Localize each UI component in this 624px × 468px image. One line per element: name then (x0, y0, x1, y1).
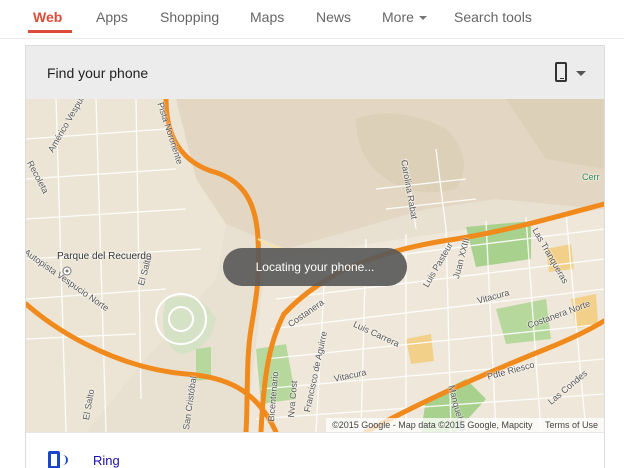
tab-maps[interactable]: Maps (250, 9, 284, 25)
chevron-down-icon (576, 71, 586, 76)
card-footer: Ring (26, 432, 604, 468)
locating-status-toast: Locating your phone... (223, 248, 407, 286)
phone-ring-icon (48, 451, 60, 468)
tab-news[interactable]: News (316, 9, 351, 25)
map-attribution-text: ©2015 Google - Map data ©2015 Google, Ma… (332, 420, 533, 430)
terms-of-use-link[interactable]: Terms of Use (545, 420, 598, 430)
ring-label: Ring (93, 453, 120, 468)
map-label-parque: Parque del Recuerdo (57, 251, 152, 262)
top-nav: Web Apps Shopping Maps News More Search … (0, 0, 624, 38)
tab-shopping[interactable]: Shopping (160, 9, 219, 25)
card-title: Find your phone (47, 65, 149, 81)
ring-wave-icon (62, 455, 68, 465)
chevron-down-icon (418, 16, 427, 21)
tab-search-tools[interactable]: Search tools (454, 9, 532, 25)
device-selector[interactable] (549, 62, 589, 86)
map-attribution: ©2015 Google - Map data ©2015 Google, Ma… (326, 418, 604, 432)
tab-more[interactable]: More (382, 9, 427, 25)
active-tab-indicator (28, 30, 72, 33)
map[interactable]: Parque del Recuerdo Pista Nororiente Aut… (26, 99, 604, 432)
tab-more-label: More (382, 9, 414, 25)
map-label-cerr: Cerr (582, 172, 600, 182)
tab-apps[interactable]: Apps (96, 9, 128, 25)
tab-web[interactable]: Web (33, 9, 62, 25)
find-phone-card: Find your phone Parque del Recuerdo Pist… (26, 46, 604, 468)
phone-icon (555, 62, 567, 82)
nav-divider (0, 38, 624, 39)
card-header: Find your phone (26, 46, 604, 99)
